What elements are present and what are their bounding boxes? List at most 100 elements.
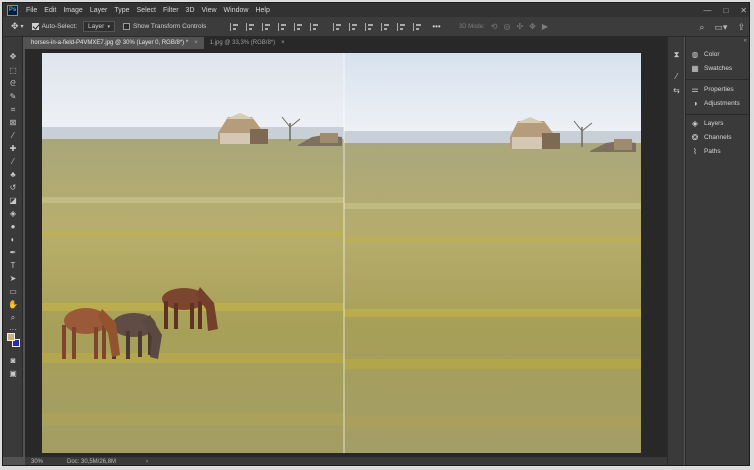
photoshop-window: Ps File Edit Image Layer Type Select Fil… [2, 2, 750, 466]
menu-file[interactable]: File [26, 7, 37, 14]
search-icon[interactable]: ⌕ [699, 22, 704, 33]
menu-view[interactable]: View [202, 7, 217, 14]
panel-label: Layers [704, 120, 724, 127]
canvas-workspace[interactable] [25, 49, 667, 457]
distribute-right-icon[interactable] [413, 22, 422, 31]
menu-help[interactable]: Help [255, 7, 269, 14]
panel-label: Adjustments [704, 100, 740, 107]
menu-filter[interactable]: Filter [163, 7, 179, 14]
show-transform-controls-checkbox[interactable] [122, 23, 130, 30]
align-right-icon[interactable] [262, 22, 271, 31]
workspace-icon[interactable]: ▭▾ [714, 22, 727, 33]
zoom-level[interactable]: 30% [31, 459, 61, 465]
more-options-icon[interactable]: ••• [432, 22, 440, 31]
lasso-tool-icon[interactable]: ᘓ [6, 78, 20, 89]
paths-icon: ⌇ [693, 147, 697, 156]
align-left-icon[interactable] [230, 22, 239, 31]
brush-settings-icon[interactable]: ⁄ [671, 71, 682, 82]
share-icon[interactable]: ⇪ [737, 22, 745, 33]
move-tool-preset-icon[interactable]: ✥ [11, 21, 19, 32]
panel-channels[interactable]: ❂ Channels [690, 132, 732, 143]
distribute-hcenter-icon[interactable] [397, 22, 406, 31]
distribute-vcenter-icon[interactable] [349, 22, 358, 31]
tools-panel: ✥ ⬚ ᘓ ✎ ⌗ ⊠ ⁄ ✚ ⁄ ♣ ↺ ◪ ◈ ● ◐ ✒ T ➤ ▭ ✋ … [3, 37, 23, 457]
path-selection-tool-icon[interactable]: ➤ [6, 273, 20, 284]
3d-pan-icon[interactable]: ✣ [516, 22, 523, 31]
frame-tool-icon[interactable]: ⊠ [6, 117, 20, 128]
close-icon[interactable]: × [194, 40, 198, 46]
close-button[interactable]: ✕ [740, 6, 747, 15]
menu-window[interactable]: Window [224, 7, 249, 14]
chevron-down-icon[interactable]: ▾ [21, 23, 24, 30]
app-logo: Ps [7, 4, 18, 16]
menu-image[interactable]: Image [63, 7, 82, 14]
3d-camera-icon[interactable]: ▶ [542, 22, 548, 31]
panel-paths[interactable]: ⌇ Paths [690, 146, 721, 157]
distribute-left-icon[interactable] [381, 22, 390, 31]
adjust-panel-icon[interactable]: ⇆ [671, 85, 682, 96]
tab-horses-document[interactable]: horses-in-a-field-P4VMXE7.jpg @ 30% (Lay… [25, 37, 204, 49]
maximize-button[interactable]: □ [723, 6, 728, 15]
options-right: ⌕ ▭▾ ⇪ [699, 17, 745, 37]
blur-tool-icon[interactable]: ● [6, 221, 20, 232]
foreground-color-swatch[interactable] [7, 333, 15, 341]
panel-adjustments[interactable]: ◑ Adjustments [690, 98, 740, 109]
gradient-tool-icon[interactable]: ◈ [6, 208, 20, 219]
menu-select[interactable]: Select [137, 7, 156, 14]
quick-mask-icon[interactable]: ◙ [6, 355, 20, 366]
hand-tool-icon[interactable]: ✋ [6, 299, 20, 310]
distribute-bottom-icon[interactable] [365, 22, 374, 31]
eraser-tool-icon[interactable]: ◪ [6, 195, 20, 206]
rectangle-tool-icon[interactable]: ▭ [6, 286, 20, 297]
type-tool-icon[interactable]: T [6, 260, 20, 271]
history-panel-icon[interactable]: ⧗ [671, 49, 682, 60]
clone-stamp-tool-icon[interactable]: ♣ [6, 169, 20, 180]
layers-icon: ◈ [691, 119, 699, 128]
zoom-tool-icon[interactable]: ⌕ [6, 312, 20, 323]
align-buttons [230, 22, 319, 31]
align-hcenter-icon[interactable] [246, 22, 255, 31]
3d-orbit-icon[interactable]: ⟲ [491, 22, 498, 31]
marquee-tool-icon[interactable]: ⬚ [6, 65, 20, 76]
menu-edit[interactable]: Edit [44, 7, 56, 14]
3d-slide-icon[interactable]: ✥ [529, 22, 536, 31]
screen-mode-icon[interactable]: ▣ [6, 368, 20, 379]
close-icon[interactable]: × [281, 40, 285, 46]
panel-layers[interactable]: ◈ Layers [690, 118, 724, 129]
tab-1-document[interactable]: 1.jpg @ 33,3% (RGB/8*) × [204, 37, 291, 49]
menu-layer[interactable]: Layer [90, 7, 108, 14]
panel-color[interactable]: ◍ Color [690, 49, 720, 60]
status-bar: 30% Doc: 30,5M/26,8M › [25, 457, 667, 465]
auto-select-checkbox[interactable] [31, 23, 39, 30]
dodge-tool-icon[interactable]: ◐ [6, 234, 20, 245]
quick-select-tool-icon[interactable]: ✎ [6, 91, 20, 102]
pen-tool-icon[interactable]: ✒ [6, 247, 20, 258]
collapse-panels-button[interactable]: « [744, 38, 747, 44]
distribute-top-icon[interactable] [333, 22, 342, 31]
options-bar: ✥ ▾ Auto-Select: Layer ▾ Show Transform … [3, 17, 749, 37]
panel-properties[interactable]: ⚌ Properties [690, 84, 733, 95]
align-top-icon[interactable] [278, 22, 287, 31]
eyedropper-tool-icon[interactable]: ⁄ [6, 130, 20, 141]
3d-roll-icon[interactable]: ◎ [503, 22, 510, 31]
healing-brush-tool-icon[interactable]: ✚ [6, 143, 20, 154]
align-vcenter-icon[interactable] [294, 22, 303, 31]
grid-icon: ▦ [691, 64, 699, 73]
panel-swatches[interactable]: ▦ Swatches [690, 63, 732, 74]
status-menu-arrow[interactable]: › [146, 459, 148, 465]
history-brush-tool-icon[interactable]: ↺ [6, 182, 20, 193]
menu-type[interactable]: Type [114, 7, 129, 14]
minimize-button[interactable]: — [703, 6, 711, 15]
document-canvas[interactable] [42, 53, 641, 453]
brush-tool-icon[interactable]: ⁄ [6, 156, 20, 167]
auto-select-target-select[interactable]: Layer ▾ [82, 21, 115, 32]
menu-3d[interactable]: 3D [186, 7, 195, 14]
panels-dock: « ◍ Color ▦ Swatches ⚌ Properties ◑ Adju… [685, 37, 749, 465]
move-tool-icon[interactable]: ✥ [6, 51, 20, 62]
chevron-down-icon: ▾ [107, 23, 110, 30]
align-bottom-icon[interactable] [310, 22, 319, 31]
panel-label: Channels [704, 134, 732, 141]
crop-tool-icon[interactable]: ⌗ [6, 104, 20, 115]
tab-label: 1.jpg @ 33,3% (RGB/8*) [209, 40, 276, 46]
field-background-image [344, 53, 641, 453]
